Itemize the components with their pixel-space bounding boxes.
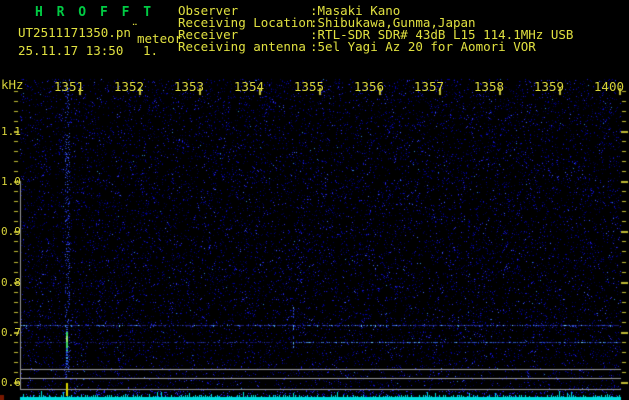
x-axis-label-1355: 1355 — [293, 79, 324, 94]
info-label-receiving-antenna: Receiving antenna — [178, 39, 306, 54]
x-axis-label-1351: 1351 — [53, 79, 84, 94]
spectrogram-canvas — [0, 0, 629, 400]
app-title: H R O F F T — [35, 5, 155, 20]
y-axis-label-1.1: 1.1 — [1, 125, 21, 138]
x-axis-label-1354: 1354 — [233, 79, 264, 94]
info-panel: Observer:Masaki Kano Receiving Location:S… — [178, 4, 573, 54]
x-axis-label-1353: 1353 — [173, 79, 204, 94]
y-axis-label-0.7: 0.7 — [1, 326, 21, 339]
x-axis-label-1356: 1356 — [353, 79, 384, 94]
x-axis-label-1352: 1352 — [113, 79, 144, 94]
y-axis-label-1.0: 1.0 — [1, 175, 21, 188]
x-axis-label-1358: 1358 — [473, 79, 504, 94]
datetime: 25.11.17 13:50 — [18, 43, 124, 58]
hrofft-screen: H R O F F T UT2511171350.pn ¨ meteor 25.… — [0, 0, 629, 400]
frame-counter: 1. — [143, 43, 159, 58]
filename: UT2511171350.pn — [18, 25, 131, 40]
x-axis-label-1359: 1359 — [533, 79, 564, 94]
info-value-receiving-antenna: :5el Yagi Az 20 for Aomori VOR — [310, 39, 536, 54]
y-axis-label-0.9: 0.9 — [1, 225, 21, 238]
y-axis-label-0.6: 0.6 — [1, 376, 21, 389]
y-axis-unit-label: kHz — [1, 77, 24, 92]
info-row-receiving-antenna: Receiving antenna :5el Yagi Az 20 for Aom… — [178, 39, 573, 54]
x-axis-label-1400: 1400 — [593, 79, 624, 94]
x-axis-label-1357: 1357 — [413, 79, 444, 94]
y-axis-label-0.8: 0.8 — [1, 276, 21, 289]
